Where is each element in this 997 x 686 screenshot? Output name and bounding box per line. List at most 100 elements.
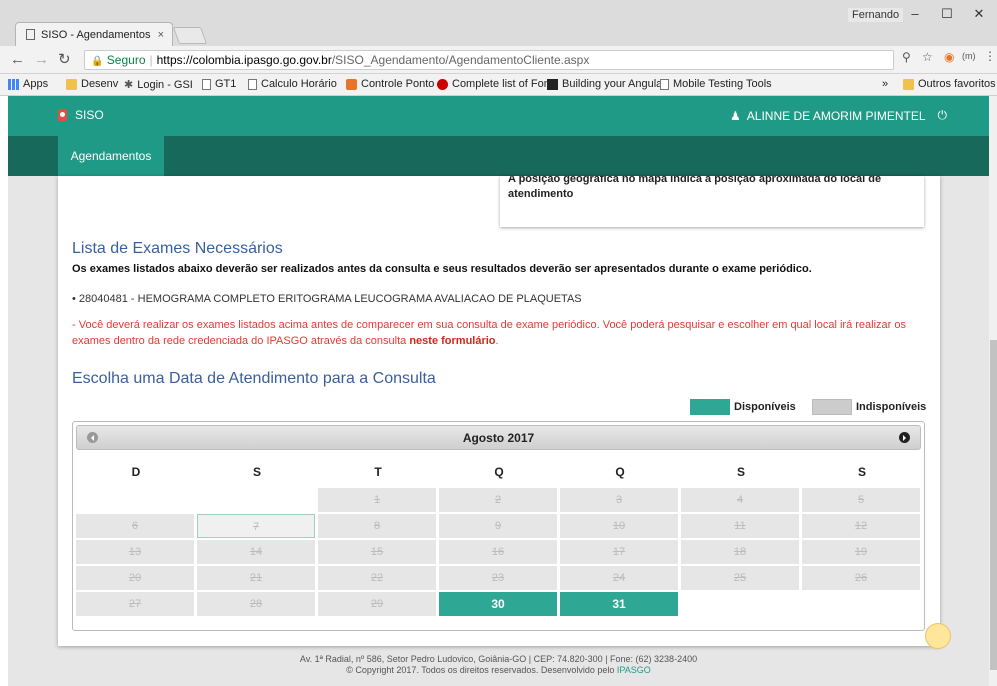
url-host: https://colombia.ipasgo.go.gov.br bbox=[156, 53, 332, 67]
brand-name: SISO bbox=[75, 108, 104, 122]
browser-titlebar: SISO - Agendamentos × Fernando – ☐ ✕ bbox=[0, 0, 997, 46]
close-window-icon[interactable]: ✕ bbox=[964, 4, 994, 24]
lock-icon: 🔒 bbox=[91, 56, 104, 67]
calendar-day-unavailable: 11 bbox=[681, 514, 799, 538]
forward-icon[interactable]: → bbox=[34, 50, 49, 70]
calendar-day-unavailable: 29 bbox=[318, 592, 436, 616]
apps-icon bbox=[8, 78, 19, 90]
scrollbar-thumb[interactable] bbox=[990, 340, 997, 670]
bookmark-other-favorites[interactable]: Outros favoritos bbox=[903, 78, 996, 90]
weekday-header: S bbox=[252, 465, 261, 479]
profile-button[interactable]: Fernando bbox=[848, 8, 904, 22]
bookmark-login-gsi[interactable]: ✱ Login - GSI bbox=[124, 78, 193, 92]
calendar-day-unavailable: 28 bbox=[197, 592, 315, 616]
url-path: /SISO_Agendamento/AgendamentoCliente.asp… bbox=[331, 53, 590, 67]
list-item: • 28040481 - HEMOGRAMA COMPLETO ERITOGRA… bbox=[72, 293, 582, 305]
user-menu[interactable]: ♟ ALINNE DE AMORIM PIMENTEL ⏻ bbox=[730, 108, 947, 123]
bookmark-desenv[interactable]: Desenv bbox=[66, 78, 118, 90]
calendar-day-unavailable: 16 bbox=[439, 540, 557, 564]
calendar-day-unavailable: 26 bbox=[802, 566, 920, 590]
available-swatch bbox=[690, 399, 730, 415]
next-month-icon[interactable] bbox=[899, 432, 910, 443]
folder-icon bbox=[66, 78, 77, 90]
schedule-title: Escolha uma Data de Atendimento para a C… bbox=[72, 370, 436, 387]
brand[interactable]: SISO bbox=[58, 108, 104, 122]
calendar-day-unavailable: 21 bbox=[197, 566, 315, 590]
bookmark-font-list[interactable]: Complete list of Font bbox=[437, 78, 553, 90]
exams-notice: - Você deverá realizar os exames listado… bbox=[72, 319, 906, 347]
footer-address: Av. 1ª Radial, nº 586, Setor Pedro Ludov… bbox=[299, 654, 698, 664]
key-icon[interactable]: ⚲ bbox=[902, 50, 911, 64]
extension-icon[interactable]: ◉ bbox=[944, 50, 954, 64]
map-note-text: A posição geográfica no mapa indica à po… bbox=[508, 176, 882, 200]
back-icon[interactable]: ← bbox=[10, 50, 25, 70]
weekday-header: Q bbox=[494, 465, 504, 479]
calendar-day-unavailable: 2 bbox=[439, 488, 557, 512]
weekday-header: S bbox=[857, 465, 866, 479]
url-input[interactable]: 🔒 Seguro | https://colombia.ipasgo.go.gov.… bbox=[84, 50, 894, 70]
calendar-day-unavailable: 8 bbox=[318, 514, 436, 538]
calendar-day-unavailable: 24 bbox=[560, 566, 678, 590]
asterisk-icon: ✱ bbox=[124, 79, 134, 91]
power-icon[interactable]: ⏻ bbox=[938, 108, 948, 123]
sub-navbar: Agendamentos bbox=[8, 136, 989, 176]
bookmark-angular[interactable]: Building your Angular bbox=[547, 78, 666, 90]
user-name: ALINNE DE AMORIM PIMENTEL bbox=[746, 108, 926, 123]
calendar-day-unavailable: 6 bbox=[76, 514, 194, 538]
page-icon bbox=[26, 29, 35, 40]
page-icon bbox=[248, 78, 257, 90]
calendar-day-unavailable: 4 bbox=[681, 488, 799, 512]
reload-icon[interactable]: ↻ bbox=[58, 50, 71, 70]
browser-tab[interactable]: SISO - Agendamentos × bbox=[15, 22, 173, 46]
maximize-icon[interactable]: ☐ bbox=[932, 4, 962, 24]
page-viewport: SISO ♟ ALINNE DE AMORIM PIMENTEL ⏻ Agend… bbox=[8, 96, 989, 686]
bookmark-mobile-testing[interactable]: Mobile Testing Tools bbox=[660, 78, 772, 90]
calendar-day-unavailable: 25 bbox=[681, 566, 799, 590]
circle-icon bbox=[437, 78, 448, 90]
calendar-day-unavailable: 19 bbox=[802, 540, 920, 564]
bookmarks-bar: Apps Desenv ✱ Login - GSI GT1 Calculo Hor… bbox=[0, 74, 997, 96]
calendar-day-available[interactable]: 31 bbox=[560, 592, 678, 616]
star-icon[interactable]: ☆ bbox=[922, 50, 933, 64]
clock-icon bbox=[346, 78, 357, 90]
tab-close-icon[interactable]: × bbox=[158, 29, 164, 41]
weekday-header: S bbox=[736, 465, 745, 479]
calendar-day-unavailable: 18 bbox=[681, 540, 799, 564]
calendar-day-unavailable: 27 bbox=[76, 592, 194, 616]
bookmarks-overflow-button[interactable]: » bbox=[882, 78, 888, 90]
calendar-day-unavailable: 15 bbox=[318, 540, 436, 564]
exams-title: Lista de Exames Necessários bbox=[72, 240, 283, 257]
bookmark-gt1[interactable]: GT1 bbox=[202, 78, 236, 90]
prev-month-icon[interactable] bbox=[87, 432, 98, 443]
new-tab-button[interactable] bbox=[172, 27, 208, 44]
extension-badge-icon[interactable]: (m) bbox=[962, 51, 976, 61]
calendar-day-unavailable: 7 bbox=[197, 514, 315, 538]
calendar-day-unavailable: 13 bbox=[76, 540, 194, 564]
calendar-day-unavailable: 5 bbox=[802, 488, 920, 512]
calendar-day-unavailable: 14 bbox=[197, 540, 315, 564]
exams-subtitle: Os exames listados abaixo deverão ser re… bbox=[72, 263, 812, 275]
month-label: Agosto 2017 bbox=[462, 431, 535, 445]
calendar-day-unavailable: 12 bbox=[802, 514, 920, 538]
calendar-day-unavailable: 20 bbox=[76, 566, 194, 590]
logo-icon bbox=[547, 78, 558, 90]
minimize-icon[interactable]: – bbox=[900, 4, 930, 24]
bookmark-controle-ponto[interactable]: Controle Ponto bbox=[346, 78, 434, 90]
bookmark-apps[interactable]: Apps bbox=[8, 78, 48, 90]
page-icon bbox=[202, 78, 211, 90]
developer-link[interactable]: IPASGO bbox=[617, 665, 651, 675]
menu-icon[interactable]: ⋮ bbox=[984, 49, 996, 63]
nav-item-agendamentos[interactable]: Agendamentos bbox=[58, 136, 164, 176]
calendar-day-unavailable: 17 bbox=[560, 540, 678, 564]
map-note: A posição geográfica no mapa indica à po… bbox=[500, 176, 924, 227]
exam-item: 28040481 - HEMOGRAMA COMPLETO ERITOGRAMA… bbox=[78, 293, 582, 305]
calendar: Agosto 2017 D S T Q Q S S 1 2 3 4 5 6 7 8 9 10 11 12 13 14 15… bbox=[72, 421, 925, 631]
bookmark-calculo-horario[interactable]: Calculo Horário bbox=[248, 78, 337, 90]
footer-copyright: © Copyright 2017. Todos os direitos rese… bbox=[346, 665, 651, 675]
calendar-day-available[interactable]: 30 bbox=[439, 592, 557, 616]
legend-unavailable: Indisponíveis bbox=[812, 399, 926, 415]
siso-logo-icon bbox=[58, 109, 67, 121]
calendar-day-unavailable: 10 bbox=[560, 514, 678, 538]
form-link[interactable]: neste formulário bbox=[409, 335, 495, 347]
calendar-day-unavailable: 22 bbox=[318, 566, 436, 590]
